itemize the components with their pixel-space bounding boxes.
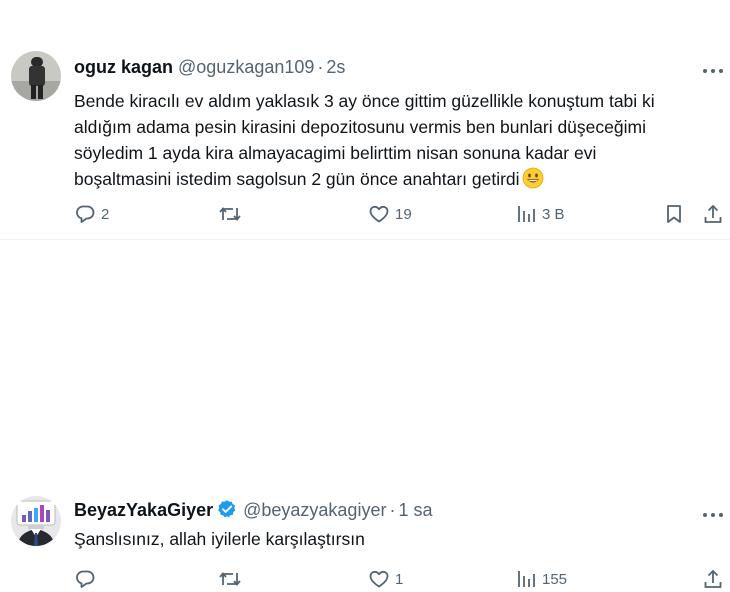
more-icon[interactable] — [702, 62, 724, 73]
retweet-button[interactable] — [218, 566, 247, 592]
views-button[interactable]: 155 — [515, 566, 567, 592]
like-button[interactable]: 19 — [368, 201, 412, 227]
tweet[interactable]: oguz kagan @oguzkagan109 · 2s Bende kiracıl… — [0, 0, 730, 240]
bookmark-icon — [664, 203, 684, 225]
like-count: 1 — [395, 570, 404, 588]
heart-icon — [368, 203, 390, 225]
views-count: 155 — [542, 570, 568, 588]
like-button[interactable]: 1 — [368, 566, 403, 592]
tweet[interactable]: BeyazYakaGiyer @beyazyakagiyer · 1 sa Şansl… — [0, 240, 730, 588]
tweet-header: oguz kagan @oguzkagan109 · 2s — [74, 56, 345, 78]
views-button[interactable]: 3 B — [515, 201, 565, 227]
share-button[interactable] — [702, 201, 724, 227]
tweet-text: Şanslısınız, allah iyilerle karşılaştırs… — [74, 526, 724, 552]
avatar[interactable] — [11, 51, 61, 101]
share-icon — [702, 568, 724, 590]
timestamp[interactable]: 2s — [326, 57, 345, 77]
verified-badge-icon[interactable] — [217, 499, 237, 524]
handle[interactable]: @beyazyakagiyer — [243, 500, 386, 520]
separator: · — [389, 500, 396, 520]
display-name[interactable]: oguz kagan — [74, 57, 173, 77]
heart-icon — [368, 568, 390, 590]
reply-button[interactable]: 2 — [74, 201, 109, 227]
share-button[interactable] — [702, 566, 724, 592]
like-count: 19 — [395, 205, 412, 223]
tweet-text-content: Bende kiracılı ev aldım yaklasık 3 ay ön… — [74, 91, 655, 189]
retweet-button[interactable] — [218, 201, 247, 227]
views-icon — [515, 203, 537, 225]
share-icon — [702, 203, 724, 225]
retweet-icon — [218, 203, 242, 225]
tweet-actions: 2 19 3 B — [0, 201, 730, 227]
reply-button[interactable] — [74, 566, 101, 592]
more-icon[interactable] — [702, 506, 724, 517]
grinning-face-emoji-icon — [522, 167, 544, 189]
tweet-actions: 1 155 — [0, 566, 730, 592]
tweet-header: BeyazYakaGiyer @beyazyakagiyer · 1 sa — [74, 499, 432, 524]
reply-count: 2 — [101, 205, 110, 223]
views-icon — [515, 568, 537, 590]
tweet-text: Bende kiracılı ev aldım yaklasık 3 ay ön… — [74, 88, 724, 192]
retweet-icon — [218, 568, 242, 590]
tweet-text-content: Şanslısınız, allah iyilerle karşılaştırs… — [74, 529, 365, 549]
display-name[interactable]: BeyazYakaGiyer — [74, 500, 213, 520]
avatar[interactable] — [11, 496, 61, 546]
handle[interactable]: @oguzkagan109 — [178, 57, 314, 77]
separator: · — [317, 57, 324, 77]
views-count: 3 B — [542, 205, 565, 223]
reply-icon — [74, 203, 96, 225]
reply-icon — [74, 568, 96, 590]
bookmark-button[interactable] — [664, 201, 684, 227]
timestamp[interactable]: 1 sa — [398, 500, 432, 520]
